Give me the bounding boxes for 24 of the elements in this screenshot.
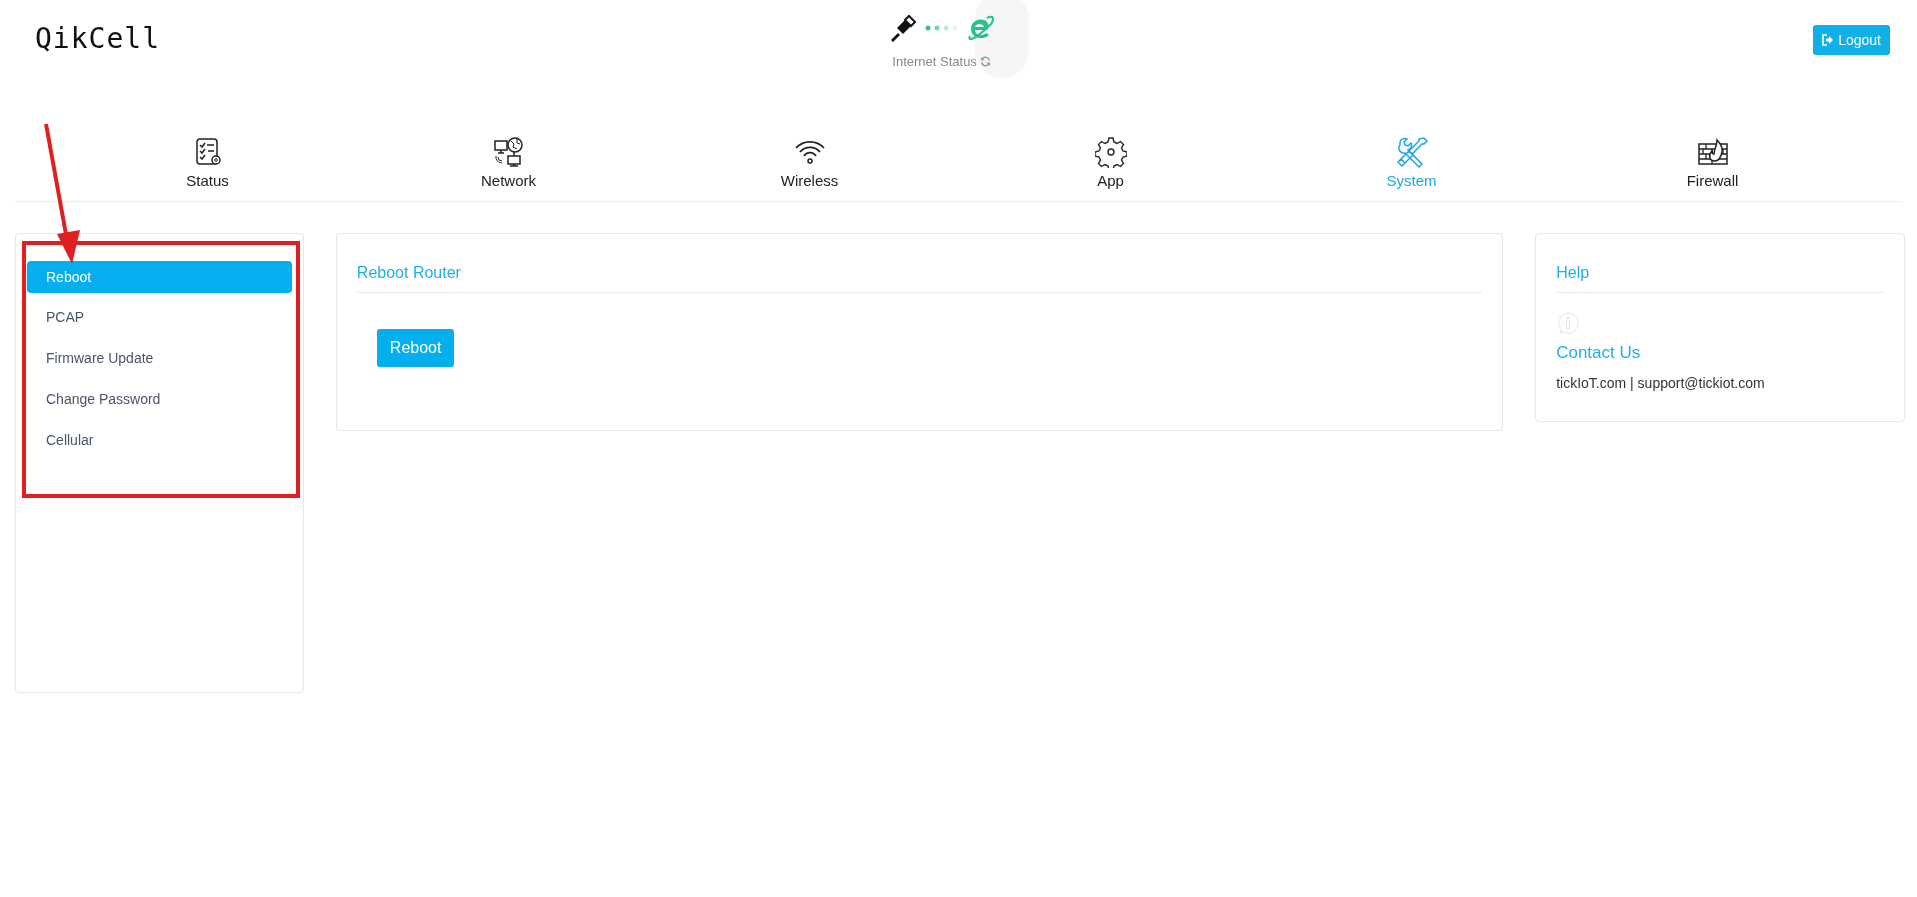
logo: QikCell	[35, 22, 160, 55]
help-title: Help	[1556, 264, 1884, 293]
crossed-tools-icon	[1395, 136, 1428, 168]
contact-text: tickIoT.com | support@tickiot.com	[1556, 375, 1766, 391]
refresh-icon[interactable]	[979, 56, 991, 67]
connection-dots-icon	[924, 25, 959, 31]
sidebar-item[interactable]: Firmware Update	[27, 338, 292, 379]
nav-tab[interactable]: Status	[57, 136, 358, 189]
logout-icon	[1822, 34, 1835, 46]
nav-tab[interactable]: Wireless	[659, 136, 960, 189]
sidebar-item[interactable]: Change Password	[27, 379, 292, 420]
contact-title: Contact Us	[1556, 343, 1642, 363]
nav-tab[interactable]: Firewall	[1562, 136, 1863, 189]
info-icon	[1556, 311, 1581, 335]
card-title: Reboot Router	[356, 264, 1483, 293]
nav-tab[interactable]: Network	[358, 136, 659, 189]
sidebar-item[interactable]: PCAP	[27, 297, 292, 338]
internet-status-label: Internet Status	[892, 54, 977, 69]
nav-tab[interactable]: App	[960, 136, 1261, 189]
globe-e-icon	[966, 14, 995, 42]
brick-wall-flame-icon	[1696, 136, 1729, 168]
sidebar-item[interactable]: Cellular	[27, 420, 292, 461]
computers-globe-icon	[492, 136, 525, 168]
gear-icon	[1094, 136, 1127, 168]
